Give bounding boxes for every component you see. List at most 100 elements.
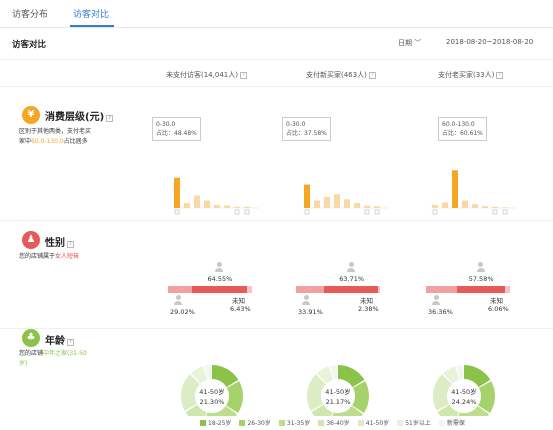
- gender-bar[interactable]: [426, 286, 510, 293]
- people-icon: ♟: [22, 231, 40, 249]
- donut-center-label: 41-50岁: [451, 387, 476, 396]
- chart-bar[interactable]: [334, 194, 340, 208]
- chart-bar[interactable]: [314, 200, 320, 208]
- chart-bar[interactable]: [184, 203, 190, 208]
- donut-center-percent: 21.17%: [326, 398, 351, 406]
- female-percent: 57.58%: [468, 275, 494, 283]
- category-icon: [174, 209, 180, 215]
- legend-item[interactable]: 41-50岁: [357, 418, 390, 427]
- spend-desc-1: 区别于其他两类，支付老买: [19, 128, 92, 135]
- category-icon: [502, 209, 508, 215]
- chart-bar[interactable]: [482, 206, 488, 208]
- legend-item[interactable]: 36-40岁: [318, 418, 350, 427]
- chart-bar[interactable]: [194, 195, 200, 208]
- chart-bar[interactable]: [214, 204, 220, 208]
- chart-bar[interactable]: [492, 206, 498, 208]
- donut-center-label: 41-50岁: [325, 387, 350, 396]
- spend-tooltip: 60.0-130.0 占比：60.61%: [438, 117, 487, 141]
- legend-item[interactable]: 18-25岁: [200, 418, 231, 427]
- gender-column: 63.71% 33.91% 未知 2.38%: [296, 262, 380, 322]
- donut-center-percent: 24.24%: [452, 398, 477, 406]
- unknown-percent: 6.06%: [488, 305, 509, 313]
- legend-swatch: [318, 420, 325, 426]
- tab-visitor-distribution[interactable]: 访客分布: [12, 7, 48, 20]
- female-person-icon: [476, 262, 485, 272]
- panel-title: 访客对比: [12, 40, 47, 50]
- legend-item[interactable]: 26-30岁: [239, 418, 271, 427]
- category-icon: [234, 209, 240, 215]
- chart-bar[interactable]: [304, 184, 310, 208]
- unknown-label: 未知: [232, 297, 245, 305]
- legend-label: 31-35岁: [286, 420, 311, 427]
- tooltip-share: 占比：48.48%: [156, 130, 197, 137]
- tooltip-share: 占比：60.61%: [442, 130, 483, 137]
- column-label: 支付老买家(33人): [438, 71, 495, 79]
- legend-swatch: [278, 420, 285, 426]
- chart-bar[interactable]: [472, 204, 478, 208]
- legend-swatch: [438, 420, 445, 426]
- help-icon[interactable]: ?: [496, 72, 504, 79]
- spend-bar-charts: [172, 170, 517, 215]
- chart-bar[interactable]: [462, 200, 468, 208]
- unknown-label: 未知: [490, 297, 503, 305]
- chart-bar[interactable]: [502, 207, 508, 208]
- legend-item[interactable]: 新需保: [438, 418, 465, 427]
- panel-header: 访客对比 日期 ﹀ 2018-08-20~2018-08-20: [0, 28, 553, 60]
- chart-bar[interactable]: [204, 200, 210, 208]
- category-icon: [432, 209, 438, 215]
- column-label: 支付新买家(463人): [306, 71, 367, 79]
- help-icon[interactable]: ?: [67, 241, 74, 248]
- help-icon[interactable]: ?: [239, 72, 247, 79]
- chart-bar[interactable]: [344, 199, 350, 208]
- chart-bar[interactable]: [374, 206, 380, 208]
- tab-bar: 访客分布 访客对比: [0, 0, 553, 28]
- help-icon[interactable]: ?: [368, 72, 376, 79]
- legend-item[interactable]: 31-35岁: [278, 418, 311, 427]
- chart-bar[interactable]: [432, 204, 438, 208]
- column-header-unpaid: 未支付访客(14,041人)?: [166, 70, 247, 80]
- legend-label: 26-30岁: [247, 420, 271, 427]
- male-percent: 29.02%: [170, 308, 195, 316]
- category-icon: [364, 209, 370, 215]
- chart-bar[interactable]: [354, 203, 360, 208]
- chart-bar[interactable]: [452, 170, 458, 208]
- gender-bar-female: [192, 286, 247, 293]
- chart-bar[interactable]: [324, 196, 330, 208]
- gender-bar[interactable]: [168, 286, 252, 293]
- spend-title-text: 消费层级(元): [45, 112, 105, 123]
- chart-bar[interactable]: [234, 206, 240, 208]
- female-person-icon: [347, 262, 356, 272]
- spend-title: 消费层级(元)?: [45, 108, 114, 123]
- male-person-icon: [302, 295, 310, 305]
- age-legend: 18-25岁 26-30岁 31-35岁 36-40岁 41-50岁 51岁以上 新需保: [200, 418, 473, 430]
- gender-bar-male: [296, 286, 325, 293]
- tab-visitor-comparison[interactable]: 访客对比: [73, 7, 109, 20]
- male-percent: 36.36%: [428, 308, 453, 316]
- male-person-icon: [174, 295, 182, 305]
- chart-bar[interactable]: [442, 202, 448, 208]
- gender-bar-female: [324, 286, 378, 293]
- chart-bar[interactable]: [174, 177, 180, 208]
- period-selector[interactable]: 日期 ﹀: [398, 38, 421, 48]
- male-person-icon: [432, 295, 440, 305]
- gender-bar-male: [426, 286, 457, 293]
- chart-bar[interactable]: [364, 205, 370, 208]
- comparison-panel: 访客对比 日期 ﹀ 2018-08-20~2018-08-20 未支付访客(14…: [0, 28, 553, 428]
- unknown-label: 未知: [360, 297, 373, 305]
- chart-bar[interactable]: [244, 206, 250, 208]
- chart-bar[interactable]: [224, 205, 230, 208]
- female-person-icon: [215, 262, 224, 272]
- help-icon[interactable]: ?: [106, 115, 114, 122]
- legend-swatch: [357, 420, 364, 426]
- category-icon: [304, 209, 310, 215]
- legend-swatch: [397, 420, 404, 426]
- date-range: 2018-08-20~2018-08-20: [446, 38, 534, 46]
- gender-title-text: 性别: [45, 238, 65, 249]
- unknown-percent: 6.43%: [230, 305, 251, 313]
- divider: [0, 86, 553, 87]
- legend-item[interactable]: 51岁以上: [397, 418, 431, 427]
- divider: [0, 220, 553, 221]
- gender-description: 您的店铺属于女人短袜: [19, 252, 129, 262]
- gender-bar[interactable]: [296, 286, 380, 293]
- legend-label: 41-50岁: [365, 420, 390, 427]
